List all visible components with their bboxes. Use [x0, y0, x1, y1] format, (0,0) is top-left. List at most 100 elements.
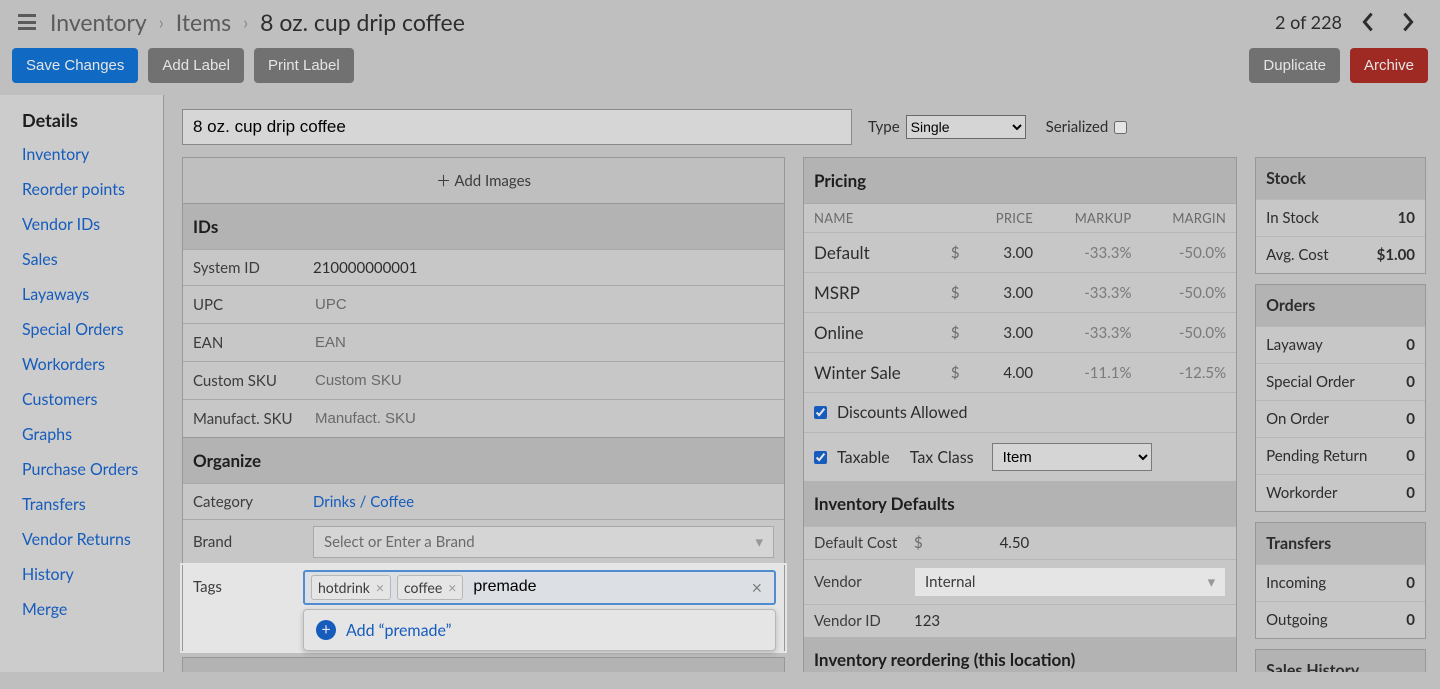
transfer-row-value: 0	[1406, 611, 1415, 629]
breadcrumb-bar: Inventory › Items › 8 oz. cup drip coffe…	[0, 0, 1440, 48]
sidebar-item-customers[interactable]: Customers	[10, 382, 163, 417]
order-row-label: Pending Return	[1266, 447, 1367, 465]
price-row-name: Winter Sale	[804, 353, 941, 393]
order-row-label: On Order	[1266, 410, 1329, 428]
tag-text: hotdrink	[318, 579, 370, 596]
vendor-value: Internal	[925, 573, 975, 591]
type-select[interactable]: Single	[906, 115, 1026, 139]
tag-text-input[interactable]	[469, 576, 589, 598]
tag-remove-icon[interactable]: ×	[448, 579, 456, 596]
order-row-label: Special Order	[1266, 373, 1355, 391]
archive-button[interactable]: Archive	[1350, 48, 1428, 83]
price-row-name: Online	[804, 313, 941, 353]
tag-text: coffee	[404, 579, 442, 596]
tax-class-select[interactable]: Item	[992, 443, 1152, 471]
tag-remove-icon[interactable]: ×	[376, 579, 384, 596]
ean-input[interactable]	[313, 330, 774, 355]
ean-label: EAN	[183, 326, 303, 360]
tag-pill: hotdrink ×	[311, 575, 391, 600]
breadcrumb-current: 8 oz. cup drip coffee	[260, 8, 465, 36]
order-row-label: Workorder	[1266, 484, 1337, 502]
tags-input[interactable]: hotdrink × coffee × ×	[303, 570, 776, 605]
add-label-button[interactable]: Add Label	[148, 48, 244, 83]
sidebar-item-special-orders[interactable]: Special Orders	[10, 312, 163, 347]
app-menu-icon[interactable]	[18, 14, 36, 30]
vendor-select[interactable]: Internal ▾	[914, 567, 1226, 597]
order-row-value: 0	[1406, 447, 1415, 465]
taxable-label: Taxable	[837, 448, 890, 467]
avg-cost-label: Avg. Cost	[1266, 246, 1329, 264]
ids-heading: IDs	[183, 204, 784, 249]
sidebar-item-purchase-orders[interactable]: Purchase Orders	[10, 452, 163, 487]
price-value[interactable]: 3.00	[970, 313, 1043, 353]
price-value[interactable]: 3.00	[970, 273, 1043, 313]
transfer-row-label: Incoming	[1266, 574, 1326, 592]
stock-panel: Stock In Stock10 Avg. Cost$1.00	[1255, 157, 1426, 274]
tag-add-suggestion[interactable]: + Add “premade”	[304, 610, 775, 650]
tag-add-text: Add “premade”	[346, 621, 452, 640]
tags-clear-icon[interactable]: ×	[746, 576, 768, 598]
sidebar-item-vendor-returns[interactable]: Vendor Returns	[10, 522, 163, 557]
sidebar-item-inventory[interactable]: Inventory	[10, 137, 163, 172]
add-images-button[interactable]: ＋ Add Images	[182, 157, 785, 203]
order-row-value: 0	[1406, 336, 1415, 354]
pricing-table: NAME PRICE MARKUP MARGIN Default $ 3.00 …	[804, 203, 1236, 392]
price-value[interactable]: 4.00	[970, 353, 1043, 393]
sidebar-item-reorder-points[interactable]: Reorder points	[10, 172, 163, 207]
add-images-label: Add Images	[454, 172, 531, 190]
duplicate-button[interactable]: Duplicate	[1249, 48, 1340, 83]
currency-icon: $	[941, 313, 970, 353]
price-value[interactable]: 3.00	[970, 233, 1043, 273]
breadcrumb-inventory[interactable]: Inventory	[50, 8, 147, 36]
sidebar: Details Inventory Reorder points Vendor …	[0, 95, 164, 672]
sidebar-item-graphs[interactable]: Graphs	[10, 417, 163, 452]
chevron-right-icon: ›	[159, 11, 164, 33]
system-id-label: System ID	[183, 251, 303, 285]
vendor-label: Vendor	[814, 573, 904, 591]
serialized-label: Serialized	[1046, 118, 1109, 136]
sales-history-heading: Sales History	[1256, 650, 1425, 672]
chevron-right-icon: ›	[243, 11, 248, 33]
item-name-input[interactable]	[182, 109, 852, 145]
markup-value: -33.3%	[1043, 273, 1141, 313]
sidebar-item-sales[interactable]: Sales	[10, 242, 163, 277]
vendor-id-label: Vendor ID	[814, 612, 904, 630]
category-link[interactable]: Drinks / Coffee	[313, 493, 414, 511]
serialized-checkbox[interactable]	[1114, 121, 1127, 134]
col-margin: MARGIN	[1141, 204, 1236, 233]
breadcrumb-items[interactable]: Items	[176, 8, 231, 36]
custom-sku-input[interactable]	[313, 368, 774, 393]
avg-cost-value: $1.00	[1377, 246, 1415, 264]
mfg-sku-label: Manufact. SKU	[183, 402, 303, 436]
mfg-sku-input[interactable]	[313, 406, 774, 431]
inventory-reordering-heading: Inventory reordering (this location)	[804, 637, 1236, 672]
upc-input[interactable]	[313, 292, 774, 317]
sales-history-panel: Sales History	[1255, 649, 1426, 672]
pager-prev[interactable]	[1354, 8, 1382, 36]
sidebar-item-history[interactable]: History	[10, 557, 163, 592]
organize-heading: Organize	[183, 438, 784, 483]
print-label-button[interactable]: Print Label	[254, 48, 354, 83]
default-cost-value[interactable]: 4.50	[933, 534, 1096, 552]
sidebar-item-transfers[interactable]: Transfers	[10, 487, 163, 522]
tax-class-label: Tax Class	[910, 448, 974, 467]
sidebar-heading: Details	[10, 103, 163, 137]
pager-next[interactable]	[1394, 8, 1422, 36]
markup-value: -11.1%	[1043, 353, 1141, 393]
taxable-checkbox[interactable]	[814, 451, 827, 464]
discounts-allowed-checkbox[interactable]	[814, 406, 827, 419]
price-row-name: MSRP	[804, 273, 941, 313]
margin-value: -50.0%	[1141, 313, 1236, 353]
category-label: Category	[183, 485, 303, 519]
sidebar-item-merge[interactable]: Merge	[10, 592, 163, 627]
sidebar-item-layaways[interactable]: Layaways	[10, 277, 163, 312]
brand-select[interactable]: Select or Enter a Brand	[324, 533, 475, 551]
sidebar-item-vendor-ids[interactable]: Vendor IDs	[10, 207, 163, 242]
price-row: Online $ 3.00 -33.3% -50.0%	[804, 313, 1236, 353]
save-button[interactable]: Save Changes	[12, 48, 138, 83]
sidebar-item-workorders[interactable]: Workorders	[10, 347, 163, 382]
price-row: MSRP $ 3.00 -33.3% -50.0%	[804, 273, 1236, 313]
vendor-id-value[interactable]: 123	[914, 612, 940, 630]
pricing-heading: Pricing	[804, 158, 1236, 203]
price-row: Default $ 3.00 -33.3% -50.0%	[804, 233, 1236, 273]
